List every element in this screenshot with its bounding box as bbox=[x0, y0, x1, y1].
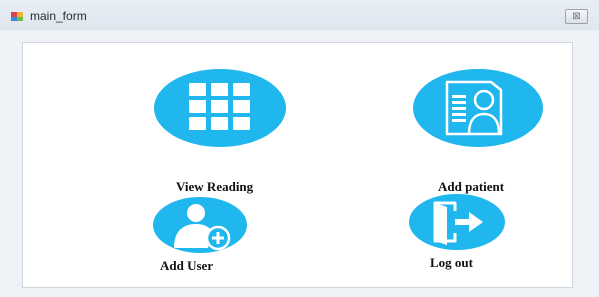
log-out-button[interactable]: Log out bbox=[407, 193, 517, 273]
add-user-button[interactable]: Add User bbox=[150, 196, 260, 276]
add-user-label: Add User bbox=[160, 258, 214, 273]
logout-door-icon bbox=[409, 194, 505, 250]
view-reading-button[interactable]: View Reading bbox=[153, 68, 288, 194]
view-reading-label: View Reading bbox=[176, 179, 254, 194]
log-out-label: Log out bbox=[430, 255, 473, 270]
add-patient-button[interactable]: Add patient bbox=[411, 68, 551, 194]
grid-icon bbox=[154, 69, 286, 147]
add-user-icon bbox=[153, 197, 247, 253]
window-title: main_form bbox=[30, 9, 87, 23]
close-button[interactable]: ⊠ bbox=[565, 9, 588, 24]
app-icon bbox=[11, 12, 23, 21]
main-form-window: main_form ⊠ View Reading Add patient Add… bbox=[0, 0, 599, 297]
close-icon: ⊠ bbox=[572, 11, 581, 22]
title-bar: main_form ⊠ bbox=[0, 0, 599, 30]
main-panel: View Reading Add patient Add User Log ou… bbox=[22, 42, 573, 288]
patient-record-icon bbox=[413, 69, 543, 147]
